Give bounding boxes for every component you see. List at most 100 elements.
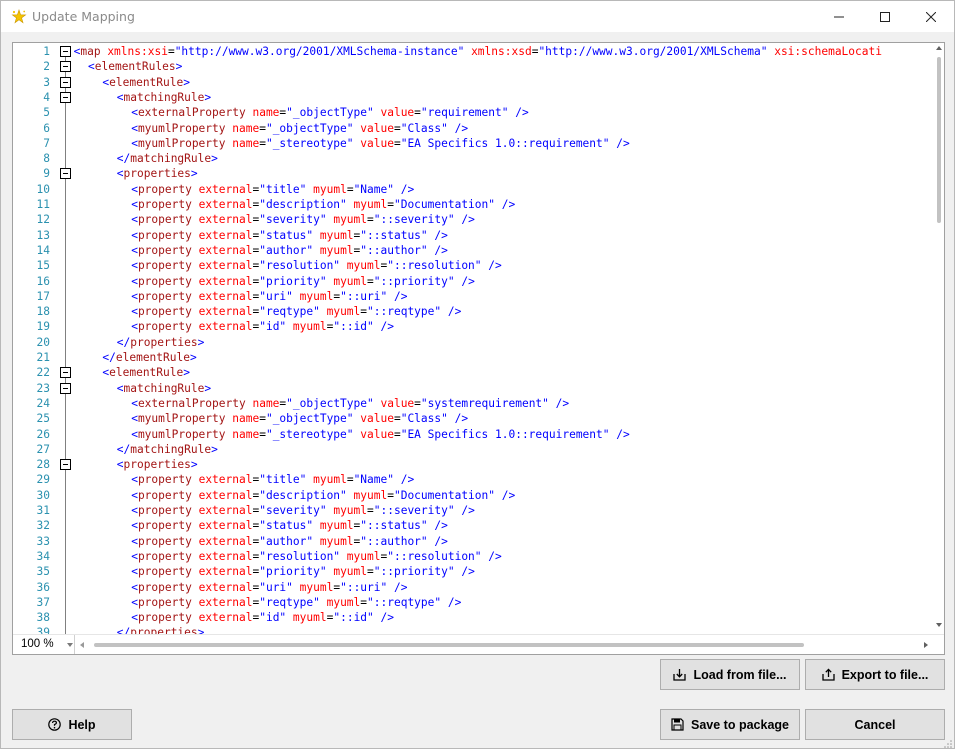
- code-line[interactable]: 30 <property external = "description" myuml…: [13, 488, 934, 503]
- code-line[interactable]: 37 <property external="reqtype" myuml="::…: [13, 595, 934, 610]
- collapse-fold-icon[interactable]: [60, 61, 71, 73]
- scroll-up-arrow-icon[interactable]: [936, 46, 942, 50]
- code-line[interactable]: 16 <property external="priority" myuml=":…: [13, 274, 934, 289]
- code-token: "::priority": [373, 274, 455, 288]
- close-button[interactable]: [908, 1, 954, 32]
- code-token: </: [116, 152, 131, 166]
- code-line[interactable]: 38 <property external="id" myuml="::id" /…: [13, 610, 934, 625]
- code-text: <elementRules>: [88, 59, 182, 74]
- save-to-package-button[interactable]: Save to package: [660, 709, 800, 740]
- code-line[interactable]: 13 <property external="status" myuml="::s…: [13, 228, 934, 243]
- collapse-fold-icon[interactable]: [60, 367, 71, 379]
- collapse-fold-icon[interactable]: [60, 76, 71, 88]
- collapse-fold-icon[interactable]: [60, 46, 71, 57]
- scroll-down-arrow-icon[interactable]: [936, 623, 942, 627]
- code-line[interactable]: 11 <property external = "description" myuml…: [13, 197, 934, 212]
- code-token: =: [367, 274, 374, 288]
- code-line[interactable]: 28 <properties>: [13, 457, 934, 472]
- code-line[interactable]: 12 <property external="severity" myuml=":…: [13, 212, 934, 227]
- maximize-button[interactable]: [862, 1, 908, 32]
- code-token: property: [137, 243, 192, 257]
- code-token: "author": [259, 243, 314, 257]
- export-to-file-button[interactable]: Export to file...: [805, 659, 945, 690]
- code-token: value: [380, 396, 415, 410]
- code-line[interactable]: 8 </matchingRule>: [13, 151, 934, 166]
- code-token: =: [259, 427, 266, 441]
- code-token: myuml: [333, 213, 368, 227]
- code-line[interactable]: 33 <property external="author" myuml="::a…: [13, 534, 934, 549]
- code-line[interactable]: 21 </elementRule>: [13, 350, 934, 365]
- minimize-button[interactable]: [816, 1, 862, 32]
- code-token: >: [189, 351, 197, 364]
- code-line[interactable]: 29 <property external="title" myuml="Name…: [13, 472, 934, 487]
- line-number: 6: [43, 121, 50, 135]
- scroll-right-arrow-icon[interactable]: [924, 642, 928, 648]
- code-text: <property external="title" myuml="Name" …: [131, 472, 414, 487]
- xml-editor[interactable]: 1 <map xmlns:xsi="http://www.w3.org/2001/…: [12, 42, 945, 655]
- code-token: <: [131, 198, 138, 211]
- code-line[interactable]: 32 <property external="status" myuml="::s…: [13, 518, 934, 533]
- collapse-fold-icon[interactable]: [60, 382, 71, 394]
- code-token: property: [137, 259, 192, 273]
- code-text: <properties>: [117, 457, 198, 472]
- vertical-scrollbar[interactable]: [934, 43, 944, 634]
- load-from-file-button[interactable]: Load from file...: [660, 659, 800, 690]
- load-from-file-label: Load from file...: [693, 667, 787, 682]
- code-line[interactable]: 9 <properties>: [13, 166, 934, 181]
- code-line[interactable]: 24 <externalProperty name = "_objectType" v…: [13, 396, 934, 411]
- code-text: </matchingRule>: [117, 442, 218, 457]
- code-line[interactable]: 22 <elementRule>: [13, 365, 934, 380]
- cancel-button[interactable]: Cancel: [805, 709, 945, 740]
- code-line[interactable]: 4 <matchingRule>: [13, 90, 934, 105]
- code-line[interactable]: 10 <property external="title" myuml="Name…: [13, 182, 934, 197]
- code-line[interactable]: 35 <property external="priority" myuml=":…: [13, 564, 934, 579]
- code-line[interactable]: 20 </properties>: [13, 335, 934, 350]
- code-line[interactable]: 14 <property external="author" myuml="::a…: [13, 243, 934, 258]
- code-token: external: [198, 488, 253, 502]
- code-line[interactable]: 26 <myumlProperty name="_stereotype" valu…: [13, 427, 934, 442]
- resize-grip-icon[interactable]: [943, 738, 953, 748]
- code-line[interactable]: 6 <myumlProperty name="_objectType" value…: [13, 121, 934, 136]
- code-line[interactable]: 1 <map xmlns:xsi="http://www.w3.org/2001/…: [13, 44, 934, 59]
- code-line[interactable]: 5 <externalProperty name = "_objectType" va…: [13, 105, 934, 120]
- app-star-icon: [11, 9, 27, 25]
- code-token: />: [616, 427, 630, 441]
- code-line[interactable]: 34 <property external="resolution" myuml=…: [13, 549, 934, 564]
- vertical-scroll-thumb[interactable]: [937, 57, 941, 223]
- code-line[interactable]: 23 <matchingRule>: [13, 381, 934, 396]
- help-button[interactable]: Help: [12, 709, 132, 740]
- code-line[interactable]: 25 <myumlProperty name="_objectType" valu…: [13, 411, 934, 426]
- code-token: =: [393, 412, 401, 426]
- code-area[interactable]: 1 <map xmlns:xsi="http://www.w3.org/2001/…: [13, 44, 934, 634]
- code-line[interactable]: 17 <property external="uri" myuml="::uri"…: [13, 289, 934, 304]
- code-line[interactable]: 27 </matchingRule>: [13, 442, 934, 457]
- code-line[interactable]: 7 <myumlProperty name="_stereotype" value…: [13, 136, 934, 151]
- collapse-fold-icon[interactable]: [60, 168, 71, 180]
- code-line[interactable]: 19 <property external="id" myuml="::id" /…: [13, 319, 934, 334]
- zoom-select[interactable]: 100 %: [13, 635, 75, 654]
- collapse-fold-icon[interactable]: [60, 91, 71, 103]
- code-line[interactable]: 36 <property external="uri" myuml="::uri"…: [13, 580, 934, 595]
- code-line[interactable]: 15 <property external="resolution" myuml=…: [13, 258, 934, 273]
- chevron-down-icon[interactable]: [67, 643, 73, 647]
- code-line[interactable]: 31 <property external="severity" myuml=":…: [13, 503, 934, 518]
- code-token: </: [102, 351, 116, 364]
- code-token: </: [116, 335, 131, 349]
- code-token: value: [360, 412, 394, 426]
- scroll-left-arrow-icon[interactable]: [80, 642, 84, 648]
- code-token: </: [116, 626, 131, 634]
- code-line[interactable]: 39 </properties>: [13, 625, 934, 634]
- code-line[interactable]: 2 <elementRules>: [13, 59, 934, 74]
- horizontal-scrollbar[interactable]: [76, 635, 934, 654]
- code-line[interactable]: 18 <property external="reqtype" myuml="::…: [13, 304, 934, 319]
- title-bar[interactable]: Update Mapping: [1, 1, 954, 32]
- code-text: <property external="priority" myuml="::p…: [131, 564, 475, 579]
- code-text: <property external="uri" myuml="::uri" /…: [131, 580, 407, 595]
- code-line[interactable]: 3 <elementRule>: [13, 75, 934, 90]
- line-number: 25: [36, 412, 50, 426]
- line-number: 7: [43, 136, 50, 150]
- horizontal-scroll-thumb[interactable]: [94, 643, 804, 647]
- collapse-fold-icon[interactable]: [60, 459, 71, 471]
